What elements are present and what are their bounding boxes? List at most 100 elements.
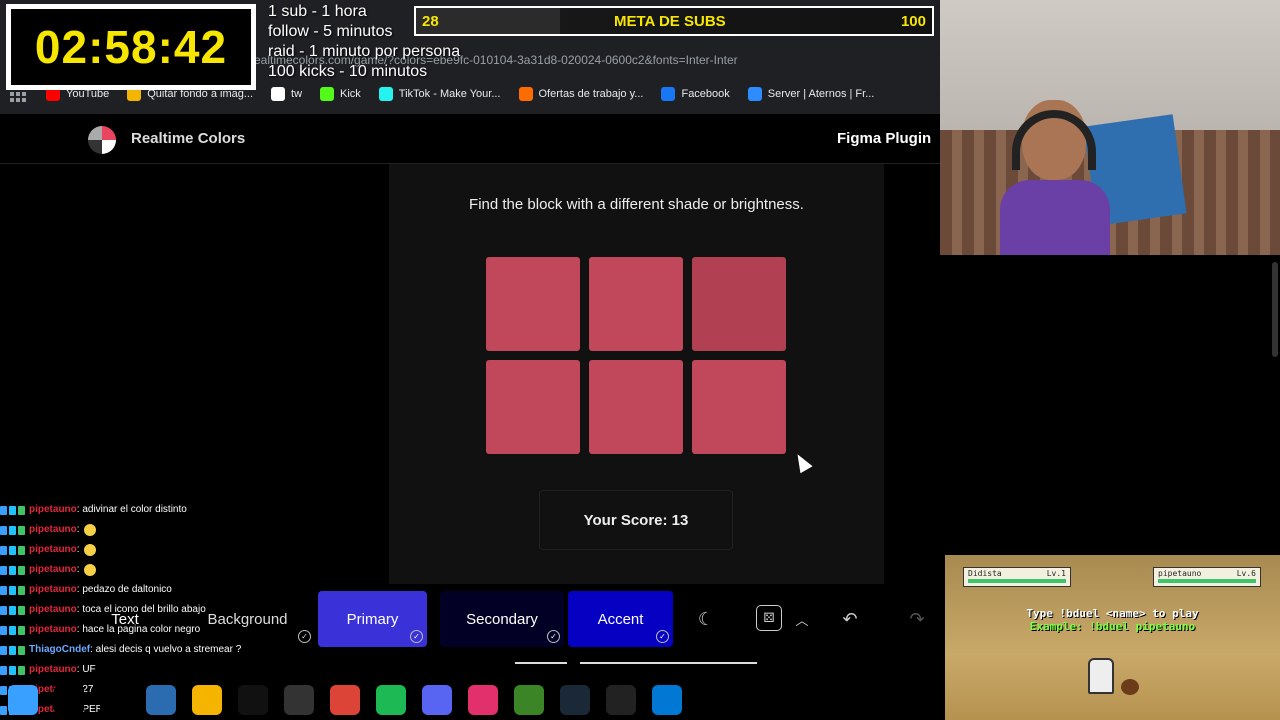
subs-goal-bar: 28 META DE SUBS 100 [414,6,934,36]
search-icon[interactable] [54,685,84,715]
pet-sprite [1121,679,1139,695]
chat-message: pipetauno : [0,540,320,560]
duel-instructions: Type !bduel <name> to play [1026,607,1199,620]
epic-games-icon[interactable] [606,685,636,715]
bookmark-label: Kick [340,88,361,100]
color-block[interactable] [486,360,580,454]
instagram-icon[interactable] [468,685,498,715]
bookmark-label: TikTok - Make Your... [398,88,501,100]
chat-username[interactable]: pipetauno [29,560,77,580]
dark-mode-icon[interactable]: ☾ [692,605,720,633]
check-icon: ✓ [547,630,560,643]
chat-username[interactable]: pipetauno [29,600,77,620]
score-text: Your Score: 13 [583,511,689,529]
chat-username[interactable]: pipetauno [29,580,77,600]
bookmark-item[interactable]: Kick [320,87,361,101]
chat-text: : [76,564,80,575]
chat-text: : adivinar el color distinto [76,504,187,515]
chat-text: : hace la pagina color negro [76,624,201,635]
chat-username[interactable]: pipetauno [29,660,77,680]
chat-message: pipetauno : [0,520,320,540]
chat-badges-icon [0,545,25,555]
bookmark-label: Facebook [681,88,730,100]
capcut-icon[interactable] [238,685,268,715]
game-prompt: Find the block with a different shade or… [469,196,804,213]
minecraft-icon[interactable] [514,685,544,715]
chat-text: : pedazo de daltonico [76,584,172,595]
windows-start-icon[interactable] [8,685,38,715]
check-icon: ✓ [410,630,423,643]
chat-badges-icon [0,665,25,675]
redo-icon[interactable]: ↷ [903,605,931,633]
accent-color-button[interactable]: Accent ✓ [568,591,673,647]
emoji-icon [83,524,96,536]
emoji-icon [83,564,96,576]
chat-message: pipetauno : [0,560,320,580]
discord-icon[interactable] [422,685,452,715]
chat-message: pipetauno : adivinar el color distinto [0,500,320,520]
chat-badges-icon [0,505,25,515]
color-block[interactable] [692,360,786,454]
color-block[interactable] [486,257,580,351]
chevron-up-icon[interactable]: ︿ [788,605,816,633]
chat-username[interactable]: pipetauno [29,500,77,520]
bookmark-favicon-icon [320,87,335,101]
goal-target: 100 [900,12,926,30]
chrome-icon[interactable] [330,685,360,715]
player-sprite [1088,658,1114,694]
figma-plugin-link[interactable]: Figma Plugin [837,130,931,147]
spotify-icon[interactable] [376,685,406,715]
secondary-color-button[interactable]: Secondary ✓ [440,591,564,647]
file-explorer-icon[interactable] [192,685,222,715]
bduel-game-overlay: Didista Lv.1 pipetauno Lv.6 Type !bduel … [945,555,1280,720]
randomize-dice-icon[interactable]: ⚄ [756,605,782,631]
chat-username[interactable]: pipetauno [29,520,77,540]
chat-username[interactable]: pipetauno [29,540,77,560]
bookmark-favicon-icon [378,87,393,101]
undo-icon[interactable]: ↶ [836,605,864,633]
streamer [1000,100,1110,255]
edge-icon[interactable] [652,685,682,715]
task-view-icon[interactable] [100,685,130,715]
rule-line: raid - 1 minuto por persona [268,43,461,60]
bookmark-item[interactable]: Server | Aternos | Fr... [747,87,875,101]
bookmark-item[interactable]: Facebook [661,87,730,101]
bookmark-item[interactable]: TikTok - Make Your... [378,87,501,101]
score-box: Your Score: 13 [539,490,733,550]
stream-timer: 02:58:42 [6,4,256,90]
bookmark-item[interactable]: Ofertas de trabajo y... [518,87,643,101]
scrollbar[interactable] [1272,262,1278,357]
steam-icon[interactable] [560,685,590,715]
chat-badges-icon [0,625,25,635]
scroll-indicator [580,662,757,664]
chat-text: : UF [76,664,96,675]
chat-message: ThiagoCndef : alesi decis q vuelvo a str… [0,640,320,660]
scroll-indicator [515,662,567,664]
bookmark-label: Server | Aternos | Fr... [767,88,875,100]
brand-name[interactable]: Realtime Colors [131,130,245,147]
realtime-colors-logo-icon[interactable] [88,126,116,154]
color-block-grid [486,257,786,454]
bookmark-favicon-icon [661,87,676,101]
check-icon: ✓ [656,630,669,643]
taskbar [0,680,940,720]
bookmark-item[interactable]: tw [271,87,302,101]
chat-message: pipetauno : UF [0,660,320,680]
color-block[interactable] [589,360,683,454]
primary-color-button[interactable]: Primary ✓ [318,591,427,647]
chat-text: : alesi decis q vuelvo a stremear ? [90,644,242,655]
rule-line: 100 kicks - 10 minutos [268,63,428,80]
color-block[interactable] [692,257,786,351]
goal-current: 28 [422,12,439,30]
color-block[interactable] [589,257,683,351]
chat-username[interactable]: ThiagoCndef [29,640,90,660]
chat-badges-icon [0,645,25,655]
obs-icon[interactable] [284,685,314,715]
calculator-icon[interactable] [146,685,176,715]
color-game-panel: Find the block with a different shade or… [389,164,884,584]
chat-username[interactable]: pipetauno [29,620,77,640]
goal-label: META DE SUBS [613,12,726,30]
webcam-feed [940,0,1280,255]
bookmark-favicon-icon [271,87,286,101]
emoji-icon [83,544,96,556]
